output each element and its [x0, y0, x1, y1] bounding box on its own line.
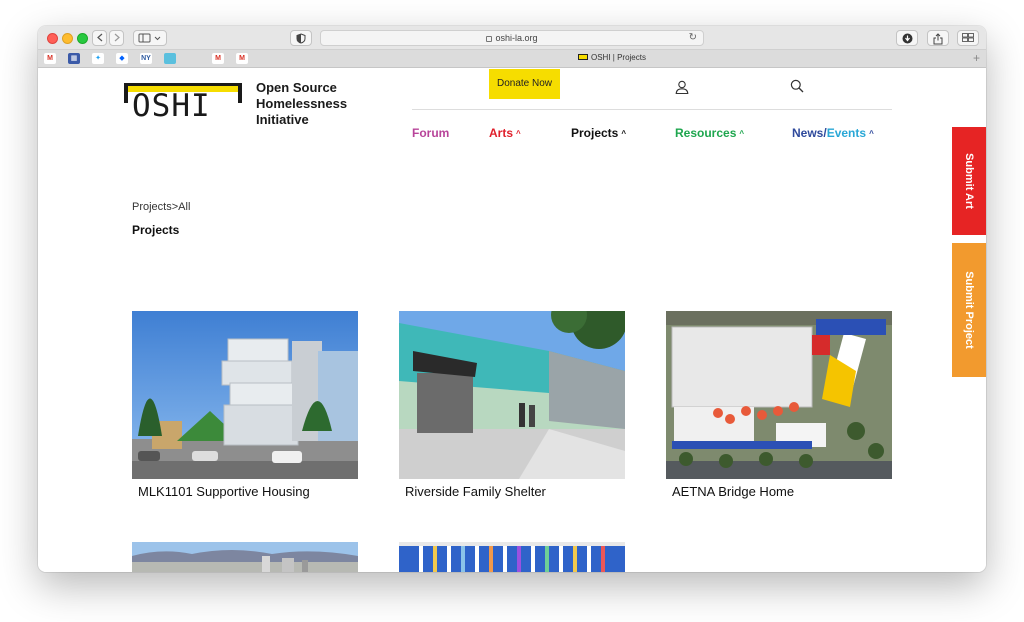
nav-arts[interactable]: Arts ^ — [489, 126, 521, 140]
tab-overview-icon[interactable] — [957, 30, 979, 46]
share-icon[interactable] — [927, 30, 949, 46]
page-title: Projects — [132, 223, 180, 237]
gmail-bookmark-icon-3[interactable]: M — [236, 53, 248, 64]
org-name-line-2: Homelessness — [256, 96, 348, 111]
project-image-5[interactable] — [399, 542, 625, 572]
chevron-up-icon: ^ — [516, 129, 521, 138]
donate-button[interactable]: Donate Now — [489, 69, 560, 99]
forward-button[interactable] — [109, 30, 124, 46]
page-content: OSHI Open Source Homelessness Initiative… — [38, 69, 986, 572]
breadcrumb[interactable]: Projects>All — [132, 201, 190, 213]
chevron-up-icon: ^ — [621, 129, 627, 138]
submit-art-label: Submit Art — [963, 153, 975, 209]
nav-resources-label: Resources — [675, 126, 737, 140]
reload-icon[interactable]: ↻ — [689, 31, 697, 45]
logo-text: OSHI — [132, 88, 211, 124]
nav-forum-label: Forum — [412, 126, 450, 140]
ny-bookmark-icon[interactable]: NY — [140, 53, 152, 64]
user-account-icon[interactable] — [675, 80, 689, 99]
sidebar-toggle-button[interactable] — [133, 30, 167, 46]
oshi-logo[interactable]: OSHI — [124, 83, 242, 125]
logo-top-line — [124, 83, 242, 86]
project-image-aetna[interactable] — [666, 311, 892, 479]
nav-forum[interactable]: Forum — [412, 126, 449, 140]
project-image-riverside[interactable] — [399, 311, 625, 479]
browser-window: oshi-la.org ↻ M ▦ ✦ ◆ NY M M OSHI | Proj… — [38, 26, 986, 572]
browser-toolbar: oshi-la.org ↻ — [38, 26, 986, 50]
nav-arts-label: Arts — [489, 126, 514, 140]
blue-bookmark-icon[interactable] — [164, 53, 176, 64]
submit-project-label: Submit Project — [963, 271, 975, 349]
calendar-bookmark-icon[interactable]: ▦ — [68, 53, 80, 64]
org-name-line-1: Open Source — [256, 80, 337, 95]
nav-news-events[interactable]: News/Events ^ — [792, 126, 874, 140]
twitter-bookmark-icon[interactable]: ✦ — [92, 53, 104, 64]
downloads-icon[interactable] — [896, 30, 918, 46]
tab-bar: M ▦ ✦ ◆ NY M M OSHI | Projects + — [38, 50, 986, 68]
project-title[interactable]: AETNA Bridge Home — [672, 484, 794, 499]
new-tab-icon[interactable]: + — [973, 51, 980, 65]
nav-projects-label: Projects — [571, 126, 619, 140]
nav-resources[interactable]: Resources ^ — [675, 126, 744, 140]
nav-news-label: News — [792, 126, 824, 140]
logo-left-bracket — [124, 83, 128, 103]
address-bar[interactable]: oshi-la.org ↻ — [320, 30, 704, 46]
nav-events-label: Events — [826, 126, 867, 140]
chevron-up-icon: ^ — [739, 129, 745, 138]
submit-art-button[interactable]: Submit Art — [952, 127, 986, 235]
logo-right-bracket — [238, 83, 242, 103]
project-title[interactable]: Riverside Family Shelter — [405, 484, 546, 499]
chevron-up-icon: ^ — [869, 129, 874, 138]
oshi-favicon-icon — [578, 54, 588, 60]
submit-project-button[interactable]: Submit Project — [952, 243, 986, 377]
back-button[interactable] — [92, 30, 107, 46]
privacy-shield-icon[interactable] — [290, 30, 312, 46]
org-name[interactable]: Open Source Homelessness Initiative — [256, 80, 366, 128]
nav-divider — [412, 109, 892, 110]
gmail-bookmark-icon[interactable]: M — [44, 53, 56, 64]
close-window-button[interactable] — [47, 33, 58, 44]
minimize-window-button[interactable] — [62, 33, 73, 44]
zoom-window-button[interactable] — [77, 33, 88, 44]
project-image-mlk1101[interactable] — [132, 311, 358, 479]
active-tab[interactable]: OSHI | Projects — [578, 53, 646, 62]
gmail-bookmark-icon-2[interactable]: M — [212, 53, 224, 64]
dropbox-bookmark-icon[interactable]: ◆ — [116, 53, 128, 64]
url-text: oshi-la.org — [495, 33, 538, 43]
project-title[interactable]: MLK1101 Supportive Housing — [138, 484, 310, 499]
search-icon[interactable] — [790, 79, 804, 98]
tab-title-text: OSHI | Projects — [591, 53, 646, 62]
project-image-4[interactable] — [132, 542, 358, 572]
lock-icon — [486, 36, 493, 42]
org-name-line-3: Initiative — [256, 112, 309, 127]
nav-projects[interactable]: Projects ^ — [571, 126, 626, 140]
